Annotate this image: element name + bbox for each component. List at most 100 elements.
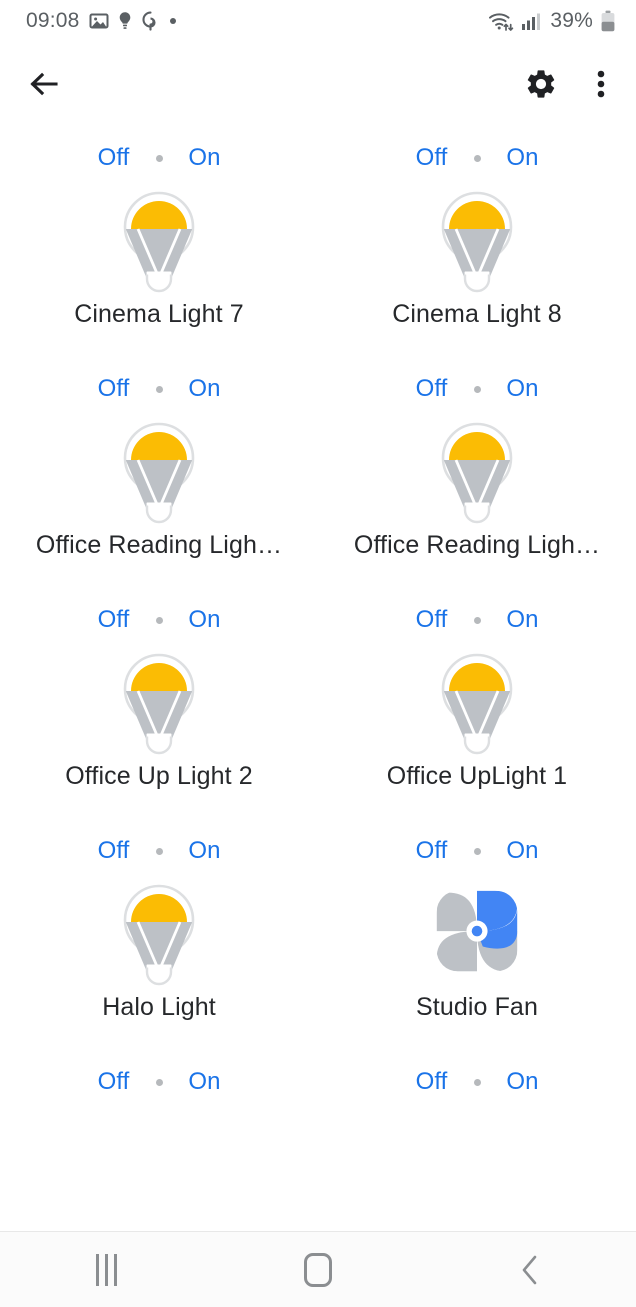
device-cell: Off On Studio Fan: [318, 823, 636, 1054]
toggle-state-dot: [155, 616, 163, 624]
toggle-on-button[interactable]: On: [163, 1068, 247, 1096]
toggle-off-button[interactable]: Off: [72, 375, 156, 403]
toggle-on-button[interactable]: On: [481, 144, 565, 172]
device-cell-toggle-only: Off On: [318, 1054, 636, 1110]
toggle-on-button[interactable]: On: [163, 144, 247, 172]
settings-button[interactable]: [524, 67, 558, 101]
toggle-on-button[interactable]: On: [481, 1068, 565, 1096]
device-name-label: Studio Fan: [416, 993, 538, 1021]
toggle-off-button[interactable]: Off: [72, 1068, 156, 1096]
trailing-toggle-row: Off On Off On: [0, 1054, 636, 1110]
toggle-state-dot: [155, 1078, 163, 1086]
light-bulb-icon: [441, 653, 513, 755]
toggle-row: Off On: [0, 592, 318, 648]
device-cell: Off On Office Reading Ligh…: [318, 361, 636, 592]
nav-back-button[interactable]: [470, 1240, 590, 1300]
overflow-menu-button[interactable]: [588, 67, 614, 101]
device-name-label: Halo Light: [102, 993, 216, 1021]
device-name-label: Office Reading Ligh…: [353, 531, 601, 559]
device-icon-button[interactable]: [429, 417, 525, 525]
app-bar-actions: [524, 67, 614, 101]
status-bar: 09:08 39%: [0, 0, 636, 42]
toggle-off-button[interactable]: Off: [390, 606, 474, 634]
device-name-label: Office Reading Ligh…: [35, 531, 283, 559]
toggle-off-button[interactable]: Off: [72, 144, 156, 172]
toggle-state-dot: [473, 1078, 481, 1086]
device-icon-button[interactable]: [111, 648, 207, 756]
device-grid: Off On Cinema Light 7 Off On Cinema Light 8 Of…: [0, 130, 636, 1054]
back-button[interactable]: [26, 66, 62, 102]
nav-home-button[interactable]: [258, 1240, 378, 1300]
recents-icon: [95, 1253, 117, 1286]
toggle-off-button[interactable]: Off: [390, 1068, 474, 1096]
light-bulb-icon: [123, 422, 195, 524]
system-navigation-bar: [0, 1231, 636, 1307]
toggle-row: Off On: [0, 361, 318, 417]
light-bulb-icon: [123, 884, 195, 986]
toggle-off-button[interactable]: Off: [72, 837, 156, 865]
toggle-on-button[interactable]: On: [481, 837, 565, 865]
status-bar-clock: 09:08: [26, 9, 80, 32]
device-name-label: Office UpLight 1: [386, 762, 568, 790]
app-bar: [0, 46, 636, 122]
cellular-signal-icon: [522, 13, 541, 30]
device-icon-button[interactable]: [111, 879, 207, 987]
device-cell: Off On Cinema Light 8: [318, 130, 636, 361]
toggle-row: Off On: [0, 823, 318, 879]
device-name-label: Office Up Light 2: [65, 762, 253, 790]
device-cell-toggle-only: Off On: [0, 1054, 318, 1110]
device-icon-button[interactable]: [111, 417, 207, 525]
toggle-row: Off On: [318, 130, 636, 186]
battery-icon: [601, 10, 615, 32]
device-icon-button[interactable]: [429, 879, 525, 987]
light-bulb-icon: [441, 191, 513, 293]
light-bulb-icon: [441, 422, 513, 524]
gear-icon: [527, 70, 555, 98]
light-bulb-icon: [123, 653, 195, 755]
device-cell: Off On Office Up Light 2: [0, 592, 318, 823]
toggle-on-button[interactable]: On: [481, 375, 565, 403]
toggle-off-button[interactable]: Off: [390, 837, 474, 865]
status-bar-right: 39%: [488, 9, 616, 33]
nav-recents-button[interactable]: [46, 1240, 166, 1300]
back-chevron-icon: [522, 1255, 537, 1284]
device-icon-button[interactable]: [429, 186, 525, 294]
device-cell: Off On Office Reading Ligh…: [0, 361, 318, 592]
battery-percent-label: 39%: [550, 9, 593, 32]
toggle-state-dot: [473, 385, 481, 393]
device-cell: Off On Cinema Light 7: [0, 130, 318, 361]
back-arrow-icon: [30, 72, 58, 96]
toggle-row: Off On: [0, 1054, 318, 1110]
device-name-label: Cinema Light 7: [74, 300, 244, 328]
toggle-row: Off On: [0, 130, 318, 186]
toggle-state-dot: [473, 154, 481, 162]
device-icon-button[interactable]: [111, 186, 207, 294]
toggle-state-dot: [155, 385, 163, 393]
dot-icon: [169, 18, 176, 24]
toggle-state-dot: [473, 847, 481, 855]
toggle-state-dot: [473, 616, 481, 624]
home-icon: [304, 1252, 332, 1287]
toggle-off-button[interactable]: Off: [390, 375, 474, 403]
device-name-label: Cinema Light 8: [392, 300, 562, 328]
toggle-on-button[interactable]: On: [163, 837, 247, 865]
light-bulb-icon: [123, 191, 195, 293]
toggle-row: Off On: [318, 823, 636, 879]
wifi-icon: [489, 13, 514, 31]
toggle-on-button[interactable]: On: [481, 606, 565, 634]
image-icon: [89, 13, 109, 29]
device-cell: Off On Office UpLight 1: [318, 592, 636, 823]
toggle-off-button[interactable]: Off: [390, 144, 474, 172]
more-vertical-icon: [597, 70, 605, 98]
toggle-off-button[interactable]: Off: [72, 606, 156, 634]
device-icon-button[interactable]: [429, 648, 525, 756]
toggle-row: Off On: [318, 592, 636, 648]
lightbulb-icon: [119, 12, 130, 29]
toggle-state-dot: [155, 847, 163, 855]
toggle-row: Off On: [318, 1054, 636, 1110]
device-cell: Off On Halo Light: [0, 823, 318, 1054]
location-pin-icon: [142, 11, 156, 31]
toggle-on-button[interactable]: On: [163, 606, 247, 634]
status-bar-left: 09:08: [26, 9, 177, 33]
toggle-on-button[interactable]: On: [163, 375, 247, 403]
